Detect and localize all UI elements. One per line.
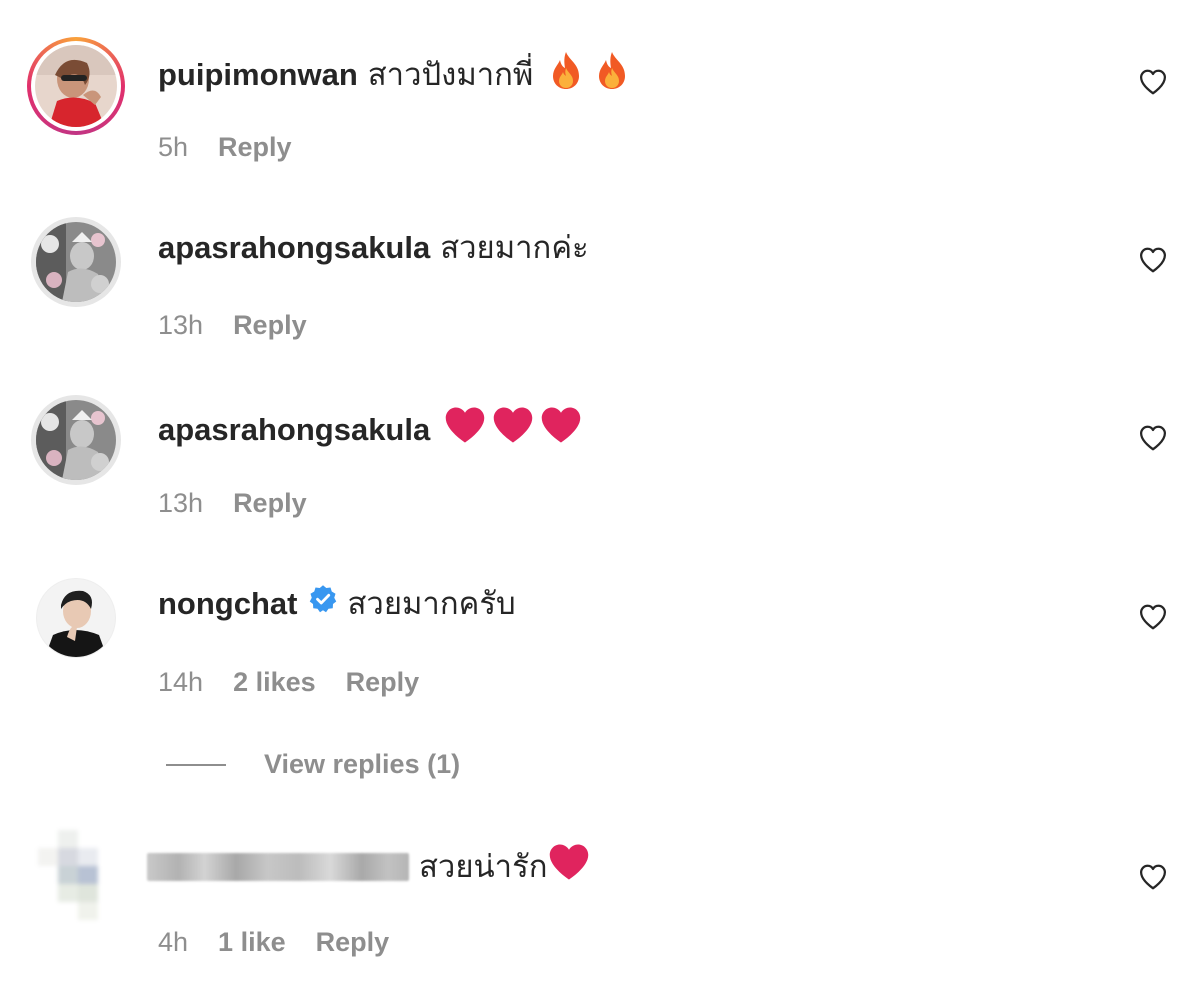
comment-time: 5h [158, 132, 189, 162]
comment-username[interactable]: apasrahongsakula [158, 410, 430, 450]
comment-text: สาวปังมากพี่ [367, 57, 534, 92]
comment-username[interactable]: apasrahongsakula [158, 228, 430, 268]
heart-outline-icon [1140, 425, 1166, 451]
comment-time: 14h [158, 667, 204, 697]
comment-meta: 13h Reply [158, 308, 337, 342]
avatar[interactable] [37, 579, 115, 657]
red-heart-icon [540, 405, 582, 455]
comment-body: สวยน่ารัก [147, 842, 590, 892]
comment-time: 13h [158, 310, 204, 340]
fire-icon [547, 50, 585, 100]
fire-icon [593, 50, 631, 100]
comment-body: apasrahongsakula [158, 405, 582, 455]
reply-button[interactable]: Reply [316, 925, 390, 959]
reply-button[interactable]: Reply [233, 486, 307, 520]
heart-outline-icon [1140, 69, 1166, 95]
red-heart-icon [492, 405, 534, 455]
avatar[interactable] [38, 830, 116, 920]
like-button[interactable] [1138, 602, 1168, 632]
comment-meta: 13h Reply [158, 486, 337, 520]
like-button[interactable] [1138, 245, 1168, 275]
view-replies-label: View replies (1) [264, 749, 461, 779]
reply-button[interactable]: Reply [218, 130, 292, 164]
comment-username[interactable]: nongchat [158, 584, 298, 624]
reply-button[interactable]: Reply [346, 665, 420, 699]
comment-meta: 4h 1 like Reply [158, 925, 419, 959]
like-button[interactable] [1138, 67, 1168, 97]
avatar[interactable] [36, 400, 116, 480]
comment-body: puipimonwan สาวปังมากพี่ [158, 50, 631, 100]
avatar[interactable] [35, 45, 117, 127]
comment-meta: 14h 2 likes Reply [158, 665, 449, 699]
comment-body: apasrahongsakula สวยมากค่ะ [158, 228, 589, 268]
comment-username[interactable]: puipimonwan [158, 55, 358, 95]
avatar[interactable] [36, 222, 116, 302]
comment-body: nongchat สวยมากครับ [158, 584, 516, 624]
heart-outline-icon [1140, 247, 1166, 273]
red-heart-icon [444, 405, 486, 455]
comment-text: สวยน่ารัก [419, 849, 548, 884]
likes-count[interactable]: 1 like [218, 925, 286, 959]
replies-divider [166, 763, 226, 766]
comment-time: 4h [158, 927, 189, 957]
verified-badge-icon [308, 584, 338, 624]
heart-outline-icon [1140, 604, 1166, 630]
reply-button[interactable]: Reply [233, 308, 307, 342]
view-replies-button[interactable]: View replies (1) [166, 749, 460, 780]
comment-meta: 5h Reply [158, 130, 322, 164]
comment-text: สวยมากค่ะ [440, 230, 589, 265]
heart-outline-icon [1140, 864, 1166, 890]
comment-time: 13h [158, 488, 204, 518]
like-button[interactable] [1138, 423, 1168, 453]
red-heart-icon [548, 842, 590, 892]
likes-count[interactable]: 2 likes [233, 665, 316, 699]
blurred-username [147, 853, 409, 881]
like-button[interactable] [1138, 862, 1168, 892]
comment-text: สวยมากครับ [347, 586, 516, 621]
